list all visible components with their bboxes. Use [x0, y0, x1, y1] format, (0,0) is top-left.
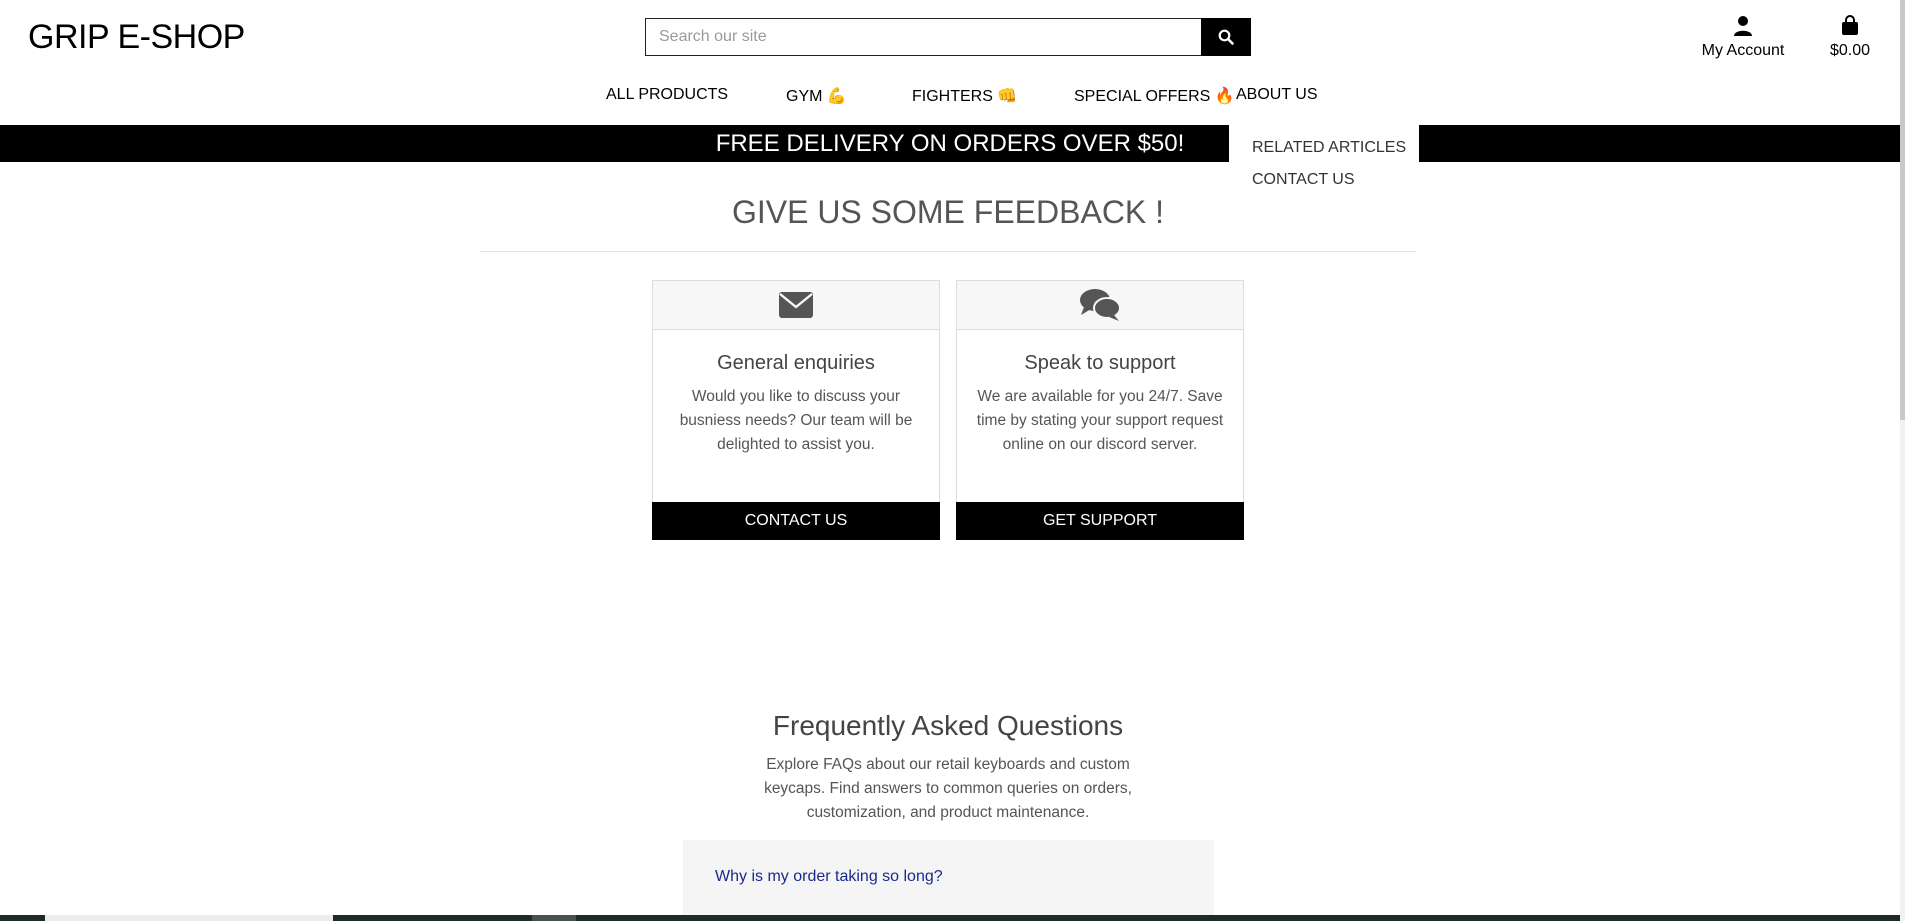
card-header — [957, 281, 1243, 330]
card-text: Would you like to discuss your busniess … — [679, 388, 913, 453]
dropdown-item-contact-us[interactable]: CONTACT US — [1252, 164, 1419, 196]
faq-intro: Explore FAQs about our retail keyboards … — [764, 756, 1132, 821]
general-enquiries-card: General enquiries Would you like to disc… — [652, 280, 940, 540]
faq-item: Why is my order taking so long? — [683, 840, 1214, 921]
card-title: General enquiries — [717, 352, 875, 374]
card-title: Speak to support — [1024, 352, 1176, 374]
account-label: My Account — [1701, 42, 1785, 59]
nav-label: SPECIAL OFFERS — [1074, 88, 1211, 105]
search-button[interactable] — [1201, 18, 1251, 56]
flexed-bicep-icon: 💪 — [826, 88, 847, 105]
contact-us-button[interactable]: CONTACT US — [652, 502, 940, 540]
card-text: We are available for you 24/7. Save time… — [976, 388, 1224, 453]
speak-to-support-card: Speak to support We are available for yo… — [956, 280, 1244, 540]
search-input[interactable] — [645, 18, 1201, 56]
scrollbar-thumb[interactable] — [1900, 0, 1905, 420]
nav-label: GYM — [786, 88, 823, 105]
get-support-button[interactable]: GET SUPPORT — [956, 502, 1244, 540]
taskbar-segment — [45, 915, 333, 921]
nav-about-us[interactable]: ABOUT US — [1236, 86, 1318, 104]
free-delivery-banner: FREE DELIVERY ON ORDERS OVER $50! — [0, 125, 1900, 162]
nav-gym[interactable]: GYM 💪 — [786, 86, 847, 106]
nav-fighters[interactable]: FIGHTERS 👊 — [912, 86, 1017, 106]
shopping-cart-link[interactable]: $0.00 — [1822, 14, 1878, 60]
nav-special-offers[interactable]: SPECIAL OFFERS 🔥 — [1074, 86, 1235, 106]
site-logo[interactable]: GRIP E-SHOP — [28, 18, 245, 57]
cart-total: $0.00 — [1829, 42, 1871, 59]
fist-icon: 👊 — [997, 88, 1018, 105]
user-icon — [1734, 16, 1752, 36]
fire-icon: 🔥 — [1214, 88, 1235, 105]
my-account-link[interactable]: My Account — [1698, 14, 1788, 60]
search-form — [645, 18, 1251, 56]
page-title: GIVE US SOME FEEDBACK ! — [731, 194, 1165, 230]
shopping-bag-icon — [1842, 15, 1858, 35]
divider — [480, 251, 1416, 252]
faq-title: Frequently Asked Questions — [772, 710, 1124, 741]
nav-label: ABOUT US — [1236, 86, 1318, 103]
nav-all-products[interactable]: ALL PRODUCTS — [606, 86, 728, 104]
about-us-dropdown: RELATED ARTICLES CONTACT US — [1229, 124, 1419, 196]
card-header — [653, 281, 939, 330]
taskbar-segment — [532, 915, 576, 921]
search-icon — [1218, 29, 1234, 45]
envelope-icon — [779, 292, 813, 318]
nav-label: ALL PRODUCTS — [606, 86, 729, 103]
dropdown-item-related-articles[interactable]: RELATED ARTICLES — [1252, 132, 1419, 164]
main-nav: ALL PRODUCTS GYM 💪 FIGHTERS 👊 SPECIAL OF… — [0, 86, 1905, 108]
chat-bubbles-icon — [1080, 289, 1121, 321]
nav-label: FIGHTERS — [912, 88, 993, 105]
faq-question[interactable]: Why is my order taking so long? — [715, 868, 943, 886]
